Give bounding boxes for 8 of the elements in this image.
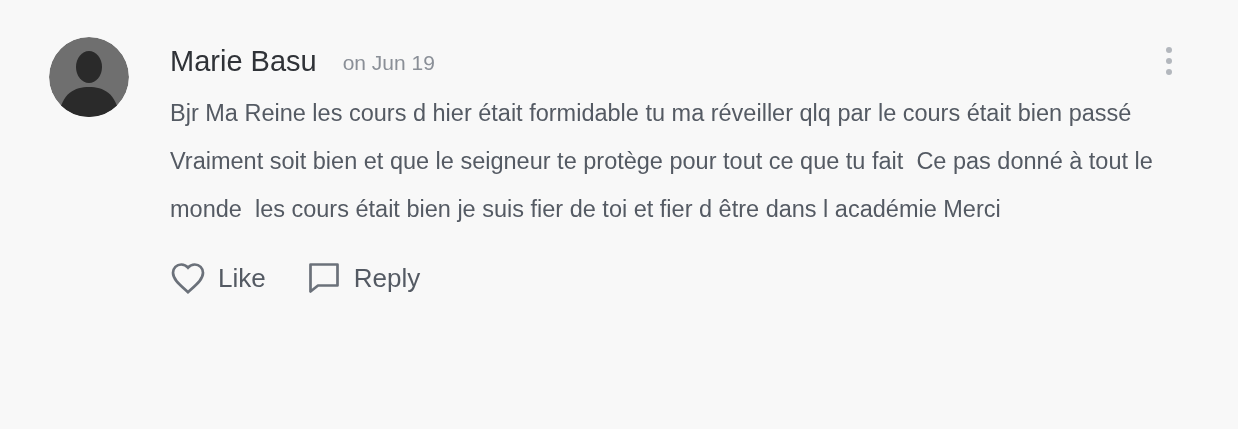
author-name[interactable]: Marie Basu: [170, 44, 317, 78]
more-options-icon[interactable]: [1164, 46, 1174, 76]
comment-date: on Jun 19: [342, 51, 435, 75]
like-button[interactable]: Like: [170, 260, 266, 296]
heart-icon: [170, 261, 206, 295]
comment-text: Vraiment soit bien et que le seigneur te protège pour tout ce que tu fait Ce pas donné à tout le monde les cours était bien je suis fier de toi et fier d être dans l académie Merci: [170, 147, 1154, 224]
reply-button[interactable]: Reply: [305, 260, 421, 296]
comment-text: Bjr Ma Reine les cours d hier était formidable tu ma réveiller qlq par le cours était bien passé: [170, 99, 1133, 128]
